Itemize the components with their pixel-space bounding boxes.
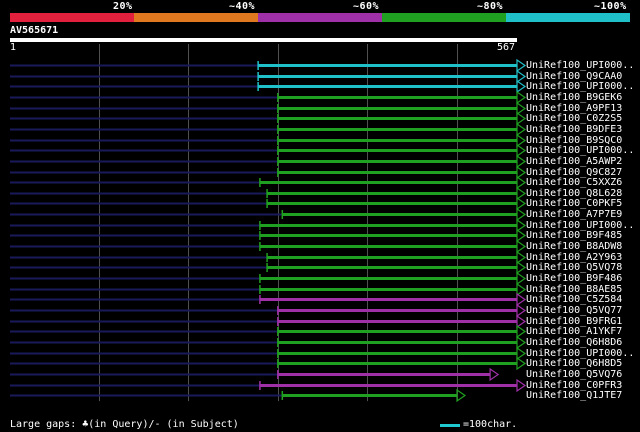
- hit-arrow-icon: [516, 356, 527, 371]
- hit-bar: [259, 181, 517, 184]
- hit-bar: [277, 96, 517, 99]
- hit-arrow-icon: [516, 239, 527, 254]
- hit-arrow-icon: [516, 218, 527, 233]
- hit-bar: [267, 256, 517, 259]
- hit-arrow-icon: [516, 335, 527, 350]
- large-gaps-legend: Large gaps: ♣(in Query)/- (in Subject): [10, 419, 239, 430]
- hit-label[interactable]: UniRef100_UPI000..: [526, 81, 634, 92]
- hit-arrow-icon: [516, 133, 527, 148]
- hit-arrow-icon: [516, 228, 527, 243]
- hit-arrow-icon: [516, 111, 527, 126]
- hit-arrow-icon: [516, 165, 527, 180]
- scale-bar: [440, 424, 460, 427]
- hit-arrow-icon: [516, 69, 527, 84]
- hit-label[interactable]: UniRef100_B9GEK6: [526, 92, 622, 103]
- hit-bar: [259, 245, 517, 248]
- hit-arrow-icon: [516, 250, 527, 265]
- hit-arrow-icon: [516, 271, 527, 286]
- hit-label[interactable]: UniRef100_C5XXZ6: [526, 177, 622, 188]
- hit-bar: [258, 75, 517, 78]
- hit-bar: [277, 352, 517, 355]
- hit-arrow-icon: [489, 367, 500, 382]
- hit-bar: [267, 202, 517, 205]
- hit-bar: [282, 394, 457, 397]
- hit-arrow-icon: [516, 186, 527, 201]
- hit-bar: [267, 266, 517, 269]
- hit-bar: [277, 128, 517, 131]
- hit-bar: [267, 192, 517, 195]
- hit-bar: [277, 160, 517, 163]
- hit-label[interactable]: UniRef100_B9F485: [526, 230, 622, 241]
- hit-bar: [277, 139, 517, 142]
- hit-bar: [259, 384, 517, 387]
- hit-bar: [277, 117, 517, 120]
- hit-bar: [282, 213, 517, 216]
- hit-arrow-icon: [516, 292, 527, 307]
- hit-arrow-icon: [516, 207, 527, 222]
- hit-bar: [277, 107, 517, 110]
- hit-bar: [258, 64, 517, 67]
- hit-label[interactable]: UniRef100_Q1JTE7: [526, 390, 622, 401]
- hit-arrow-icon: [516, 314, 527, 329]
- hit-label[interactable]: UniRef100_Q6H8D6: [526, 337, 622, 348]
- hit-label[interactable]: UniRef100_Q5VQ78: [526, 262, 622, 273]
- hit-bar: [259, 298, 517, 301]
- hit-label[interactable]: UniRef100_Q5VQ77: [526, 305, 622, 316]
- hit-bar: [259, 288, 517, 291]
- hit-arrow-icon: [516, 143, 527, 158]
- hit-arrow-icon: [516, 101, 527, 116]
- scale-label: =100char.: [463, 419, 518, 430]
- hit-arrow-icon: [516, 378, 527, 393]
- hit-label[interactable]: UniRef100_A1YKF7: [526, 326, 622, 337]
- hit-arrow-icon: [516, 122, 527, 137]
- hit-arrow-icon: [456, 388, 467, 403]
- hit-label[interactable]: UniRef100_Q5VQ76: [526, 369, 622, 380]
- hit-bar: [259, 277, 517, 280]
- hit-arrow-icon: [516, 196, 527, 211]
- hit-arrow-icon: [516, 324, 527, 339]
- hit-bar: [277, 309, 517, 312]
- hit-arrow-icon: [516, 282, 527, 297]
- hit-label[interactable]: UniRef100_C0PKF5: [526, 198, 622, 209]
- hit-arrow-icon: [516, 260, 527, 275]
- hit-label[interactable]: UniRef100_A5AWP2: [526, 156, 622, 167]
- hit-arrow-icon: [516, 346, 527, 361]
- hit-arrow-icon: [516, 154, 527, 169]
- hit-bar: [277, 149, 517, 152]
- hit-arrow-icon: [516, 303, 527, 318]
- hit-label[interactable]: UniRef100_UPI000..: [526, 60, 634, 71]
- hit-label[interactable]: UniRef100_B8ADW8: [526, 241, 622, 252]
- hit-bar: [277, 341, 517, 344]
- hit-arrow-icon: [516, 90, 527, 105]
- hit-bar: [277, 373, 491, 376]
- hit-label[interactable]: UniRef100_B9DFE3: [526, 124, 622, 135]
- hit-label[interactable]: UniRef100_Q6H8D5: [526, 358, 622, 369]
- hit-arrow-icon: [516, 175, 527, 190]
- hit-label[interactable]: UniRef100_UPI000..: [526, 145, 634, 156]
- hit-arrow-icon: [516, 79, 527, 94]
- hit-arrow-icon: [516, 58, 527, 73]
- hit-label[interactable]: UniRef100_C5Z584: [526, 294, 622, 305]
- hit-bar: [277, 330, 517, 333]
- hit-label[interactable]: UniRef100_B9F486: [526, 273, 622, 284]
- hit-bar: [277, 362, 517, 365]
- hit-label[interactable]: UniRef100_C0Z2S5: [526, 113, 622, 124]
- hit-bar: [277, 320, 517, 323]
- hit-bar: [259, 234, 517, 237]
- hit-bar: [259, 224, 517, 227]
- hit-bar: [277, 171, 517, 174]
- hit-bar: [258, 85, 517, 88]
- hit-label[interactable]: UniRef100_A7P7E9: [526, 209, 622, 220]
